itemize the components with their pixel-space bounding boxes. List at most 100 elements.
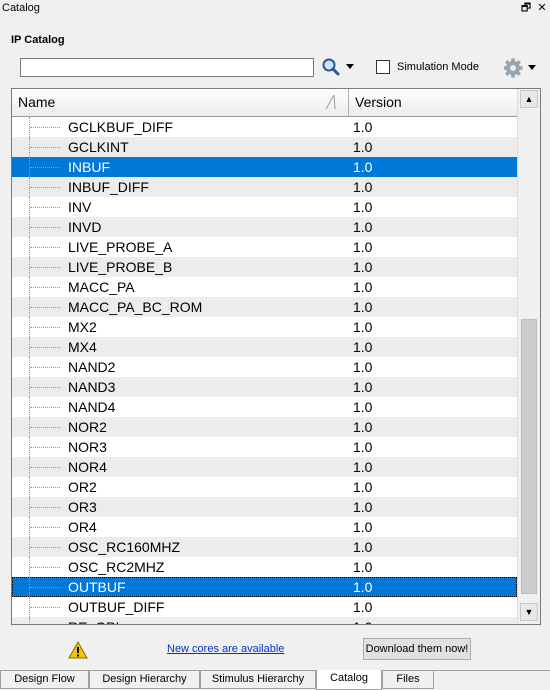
table-row[interactable]: MX2 1.0 bbox=[12, 317, 517, 337]
scroll-down-icon[interactable]: ▼ bbox=[520, 603, 538, 621]
row-name: NOR2 bbox=[68, 419, 107, 435]
row-version: 1.0 bbox=[353, 159, 373, 175]
download-cores-button[interactable]: Download them now! bbox=[363, 638, 471, 660]
tree-branch-line bbox=[30, 227, 60, 228]
row-version: 1.0 bbox=[353, 559, 373, 575]
tab-design-flow[interactable]: Design Flow bbox=[0, 671, 89, 689]
search-icon bbox=[322, 58, 354, 76]
table-row[interactable]: OR4 1.0 bbox=[12, 517, 517, 537]
tree-branch-line bbox=[30, 207, 60, 208]
row-name: MX2 bbox=[68, 319, 97, 335]
tree-branch-line bbox=[30, 127, 60, 128]
row-version: 1.0 bbox=[353, 279, 373, 295]
vertical-scrollbar[interactable]: ▲ ▼ bbox=[517, 89, 540, 624]
simulation-mode-label: Simulation Mode bbox=[397, 61, 479, 73]
row-version: 1.0 bbox=[353, 479, 373, 495]
search-input[interactable] bbox=[20, 58, 314, 77]
table-row[interactable]: MX4 1.0 bbox=[12, 337, 517, 357]
row-name: NOR4 bbox=[68, 459, 107, 475]
row-version: 1.0 bbox=[353, 339, 373, 355]
simulation-mode-checkbox[interactable] bbox=[376, 60, 390, 74]
tree-branch-line bbox=[30, 267, 60, 268]
row-name: NAND2 bbox=[68, 359, 116, 375]
tree-branch-line bbox=[30, 287, 60, 288]
row-version: 1.0 bbox=[353, 419, 373, 435]
tree-branch-line bbox=[30, 367, 60, 368]
search-button[interactable] bbox=[320, 56, 360, 78]
bottom-tab-bar: Design Flow Design Hierarchy Stimulus Hier… bbox=[0, 670, 550, 690]
table-row[interactable]: OUTBUF_DIFF 1.0 bbox=[12, 597, 517, 617]
table-row[interactable]: LIVE_PROBE_A 1.0 bbox=[12, 237, 517, 257]
row-version: 1.0 bbox=[353, 259, 373, 275]
sort-indicator-icon bbox=[325, 94, 336, 110]
row-name: OUTBUF_DIFF bbox=[68, 599, 165, 615]
row-name: MX4 bbox=[68, 339, 97, 355]
table-row[interactable]: NAND2 1.0 bbox=[12, 357, 517, 377]
table-row[interactable]: NOR4 1.0 bbox=[12, 457, 517, 477]
settings-button[interactable] bbox=[503, 57, 542, 79]
tree-branch-line bbox=[30, 187, 60, 188]
scroll-up-icon[interactable]: ▲ bbox=[520, 90, 538, 108]
tree-branch-line bbox=[30, 327, 60, 328]
warning-icon bbox=[68, 641, 88, 659]
row-name: OR3 bbox=[68, 499, 97, 515]
tree-branch-line bbox=[30, 567, 60, 568]
tree-branch-line bbox=[30, 487, 60, 488]
table-row[interactable]: OUTBUF 1.0 bbox=[12, 577, 517, 597]
scrollbar-thumb[interactable] bbox=[521, 319, 537, 594]
row-name: OR2 bbox=[68, 479, 97, 495]
table-row[interactable]: NAND3 1.0 bbox=[12, 377, 517, 397]
row-name: OSC_RC160MHZ bbox=[68, 539, 181, 555]
table-row[interactable]: LIVE_PROBE_B 1.0 bbox=[12, 257, 517, 277]
tab-design-hierarchy[interactable]: Design Hierarchy bbox=[89, 671, 200, 689]
tree-branch-line bbox=[30, 427, 60, 428]
tab-catalog[interactable]: Catalog bbox=[316, 670, 382, 690]
table-row[interactable]: NOR2 1.0 bbox=[12, 417, 517, 437]
table-row[interactable]: OSC_RC160MHZ 1.0 bbox=[12, 537, 517, 557]
table-row[interactable]: OR3 1.0 bbox=[12, 497, 517, 517]
row-version: 1.0 bbox=[353, 519, 373, 535]
row-version: 1.0 bbox=[353, 139, 373, 155]
tree-branch-line bbox=[30, 507, 60, 508]
row-name: GCLKINT bbox=[68, 139, 129, 155]
row-version: 1.0 bbox=[353, 599, 373, 615]
table-row[interactable]: OR2 1.0 bbox=[12, 477, 517, 497]
table-row[interactable]: OSC_RC2MHZ 1.0 bbox=[12, 557, 517, 577]
tree-branch-line bbox=[30, 547, 60, 548]
table-row[interactable]: MACC_PA_BC_ROM 1.0 bbox=[12, 297, 517, 317]
row-version: 1.0 bbox=[353, 459, 373, 475]
row-name: INBUF_DIFF bbox=[68, 179, 149, 195]
row-version: 1.0 bbox=[353, 179, 373, 195]
table-row[interactable]: GCLKINT 1.0 bbox=[12, 137, 517, 157]
row-name: MACC_PA_BC_ROM bbox=[68, 299, 203, 315]
table-row[interactable]: RE_GPI 1.0 bbox=[12, 617, 517, 624]
row-name: INVD bbox=[68, 219, 102, 235]
row-version: 1.0 bbox=[353, 119, 373, 135]
column-header-name[interactable]: Name bbox=[12, 89, 349, 116]
tab-files[interactable]: Files bbox=[382, 671, 434, 689]
table-row[interactable]: INBUF_DIFF 1.0 bbox=[12, 177, 517, 197]
panel-title: IP Catalog bbox=[11, 34, 65, 46]
table-row[interactable]: GCLKBUF_DIFF 1.0 bbox=[12, 117, 517, 137]
new-cores-link[interactable]: New cores are available bbox=[167, 643, 284, 655]
table-row[interactable]: MACC_PA 1.0 bbox=[12, 277, 517, 297]
table-row[interactable]: INBUF 1.0 bbox=[12, 157, 517, 177]
column-header-version[interactable]: Version bbox=[349, 89, 517, 116]
tree-branch-line bbox=[30, 587, 60, 588]
tab-stimulus-hierarchy[interactable]: Stimulus Hierarchy bbox=[200, 671, 316, 689]
table-row[interactable]: INVD 1.0 bbox=[12, 217, 517, 237]
window-titlebar: Catalog 🗗 ✕ bbox=[0, 0, 550, 18]
restore-icon[interactable]: 🗗 bbox=[519, 0, 533, 16]
close-icon[interactable]: ✕ bbox=[535, 0, 549, 16]
gear-icon bbox=[503, 58, 536, 78]
row-name: NAND4 bbox=[68, 399, 116, 415]
row-version: 1.0 bbox=[353, 439, 373, 455]
tree-branch-line bbox=[30, 387, 60, 388]
ip-catalog-tree[interactable]: Name Version GCLKBUF_DIFF 1.0 GCLKINT 1.0 IN… bbox=[11, 88, 541, 625]
table-row[interactable]: NOR3 1.0 bbox=[12, 437, 517, 457]
table-row[interactable]: NAND4 1.0 bbox=[12, 397, 517, 417]
tree-branch-line bbox=[30, 527, 60, 528]
row-version: 1.0 bbox=[353, 199, 373, 215]
row-name: OSC_RC2MHZ bbox=[68, 559, 165, 575]
table-row[interactable]: INV 1.0 bbox=[12, 197, 517, 217]
